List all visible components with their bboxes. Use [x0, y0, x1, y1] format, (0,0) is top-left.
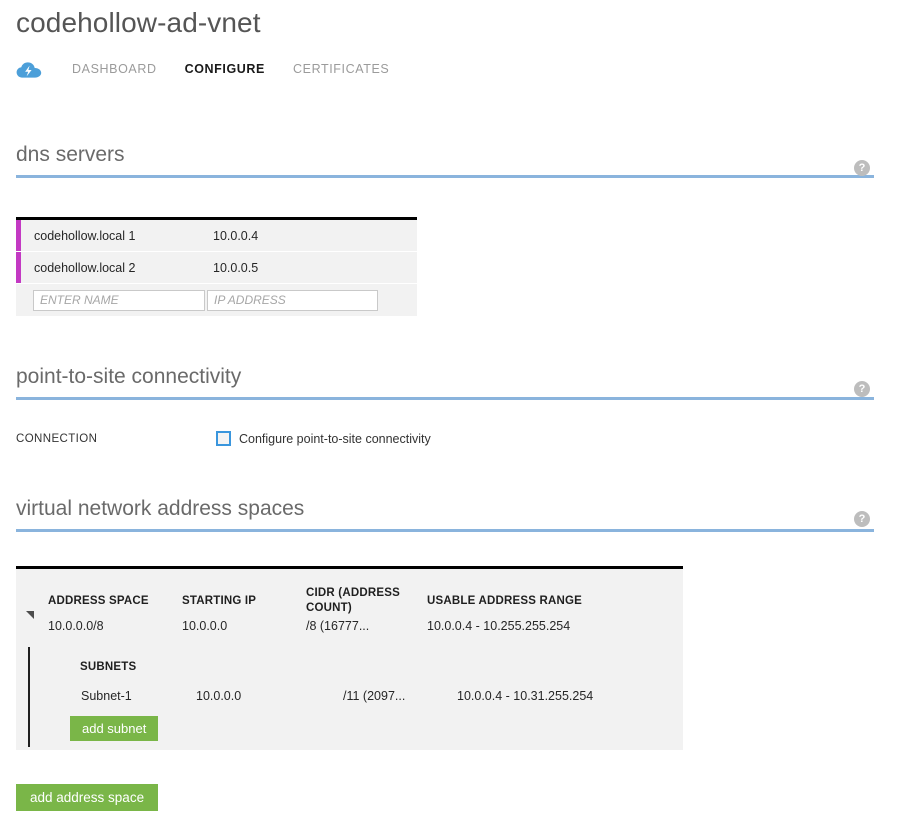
row-accent-bar	[16, 252, 21, 283]
subnets-label: SUBNETS	[80, 661, 137, 673]
section-divider-point-to-site	[16, 397, 874, 400]
address-space-starting-ip: 10.0.0.0	[182, 619, 228, 633]
configure-point-to-site-row[interactable]: Configure point-to-site connectivity	[216, 431, 431, 446]
configure-point-to-site-checkbox[interactable]	[216, 431, 231, 446]
tab-dashboard[interactable]: DASHBOARD	[58, 62, 171, 76]
table-row-subnet[interactable]: Subnet-1 10.0.0.0 /11 (2097... 10.0.0.4 …	[30, 689, 683, 711]
section-title-dns-servers: dns servers	[16, 143, 125, 166]
section-divider-dns-servers	[16, 175, 874, 178]
section-title-point-to-site: point-to-site connectivity	[16, 365, 242, 388]
configure-page: codehollow-ad-vnet DASHBOARD CONFIGURE C…	[0, 0, 924, 825]
page-title: codehollow-ad-vnet	[16, 7, 261, 38]
column-header-address-space: ADDRESS SPACE	[48, 595, 149, 607]
expand-collapse-triangle-icon[interactable]	[26, 611, 34, 619]
subnet-cidr: /11 (2097...	[343, 689, 406, 703]
table-row[interactable]: codehollow.local 1 10.0.0.4	[16, 220, 417, 251]
address-space-usable-range: 10.0.0.4 - 10.255.255.254	[427, 619, 571, 633]
column-header-usable-address-range: USABLE ADDRESS RANGE	[427, 595, 583, 607]
dns-server-ip: 10.0.0.5	[213, 260, 259, 275]
dns-server-name: codehollow.local 1	[34, 228, 136, 243]
dns-servers-table: codehollow.local 1 10.0.0.4 codehollow.l…	[16, 217, 417, 316]
table-row-address-space[interactable]: 10.0.0.0/8 10.0.0.0 /8 (16777... 10.0.0.…	[16, 619, 683, 641]
help-icon-point-to-site[interactable]: ?	[854, 381, 870, 397]
subnet-name: Subnet-1	[81, 689, 132, 703]
dns-ip-input[interactable]	[207, 289, 378, 311]
dns-new-entry-row	[16, 284, 417, 316]
virtual-network-cloud-icon	[16, 60, 42, 80]
dns-server-name: codehollow.local 2	[34, 260, 136, 275]
help-icon-address-spaces[interactable]: ?	[854, 511, 870, 527]
subnet-usable-range: 10.0.0.4 - 10.31.255.254	[457, 689, 594, 703]
add-subnet-button[interactable]: add subnet	[70, 716, 159, 741]
tab-bar: DASHBOARD CONFIGURE CERTIFICATES	[16, 57, 403, 81]
table-row[interactable]: codehollow.local 2 10.0.0.5	[16, 252, 417, 283]
dns-name-input[interactable]	[33, 289, 205, 311]
row-accent-bar	[16, 220, 21, 251]
connection-label: CONNECTION	[16, 433, 98, 445]
column-header-starting-ip: STARTING IP	[182, 595, 257, 607]
column-header-cidr: CIDR (ADDRESS COUNT)	[306, 587, 400, 614]
address-space-cidr: /8 (16777...	[306, 619, 370, 633]
add-address-space-button[interactable]: add address space	[16, 784, 159, 811]
help-icon-dns-servers[interactable]: ?	[854, 160, 870, 176]
section-title-address-spaces: virtual network address spaces	[16, 497, 305, 520]
address-spaces-table: ADDRESS SPACE STARTING IP CIDR (ADDRESS …	[16, 566, 683, 750]
tab-certificates[interactable]: CERTIFICATES	[279, 62, 403, 76]
section-divider-address-spaces	[16, 529, 874, 532]
tab-configure[interactable]: CONFIGURE	[171, 62, 279, 76]
dns-server-ip: 10.0.0.4	[213, 228, 259, 243]
subnets-group: SUBNETS Subnet-1 10.0.0.0 /11 (2097... 1…	[28, 647, 683, 747]
address-space-name: 10.0.0.0/8	[48, 619, 104, 633]
configure-point-to-site-label[interactable]: Configure point-to-site connectivity	[239, 432, 431, 446]
subnet-starting-ip: 10.0.0.0	[196, 689, 242, 703]
